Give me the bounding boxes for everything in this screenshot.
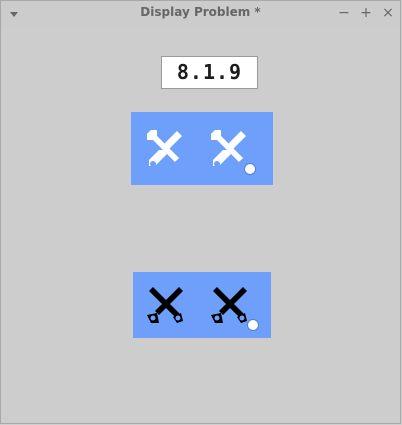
white-icons-panel	[131, 112, 273, 185]
tools-with-badge-icon	[211, 130, 246, 167]
tools-icon	[147, 130, 182, 167]
tools-icon	[147, 287, 183, 323]
minimize-button[interactable]: −	[337, 5, 351, 21]
tools-with-badge-icon	[211, 287, 247, 323]
close-button[interactable]: ×	[381, 5, 395, 21]
black-icons-panel	[133, 272, 271, 338]
badge-dot-icon	[247, 319, 259, 331]
maximize-button[interactable]: +	[359, 5, 373, 21]
title-bar: Display Problem * − + ×	[1, 1, 400, 27]
application-window: Display Problem * − + × 8.1.9	[0, 0, 401, 424]
version-label: 8.1.9	[161, 56, 258, 89]
badge-dot-icon	[244, 163, 256, 175]
